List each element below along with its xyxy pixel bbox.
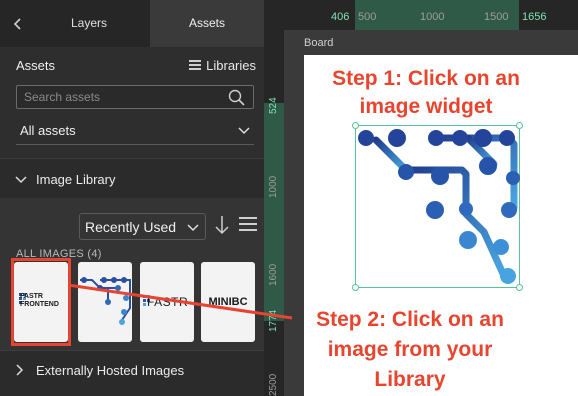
- assets-header: Assets Libraries: [16, 58, 256, 76]
- ruler-tick: 500: [358, 11, 377, 23]
- all-images-count: (4): [87, 248, 102, 260]
- chevron-down-icon: [187, 224, 199, 232]
- panel-tabs: Layers Assets: [0, 0, 264, 47]
- ruler-tick: 1600: [268, 263, 279, 286]
- external-images-title: Externally Hosted Images: [36, 363, 185, 378]
- search-icon[interactable]: [228, 89, 245, 106]
- app-root: Layers Assets Assets Libraries All asset…: [0, 0, 578, 396]
- resize-handle[interactable]: [352, 284, 359, 291]
- ruler-tick: 1000: [420, 11, 445, 23]
- thumbnail-label: FASTR: [147, 295, 189, 309]
- ruler-tick: 1774: [268, 309, 279, 332]
- search-input[interactable]: [24, 88, 224, 106]
- libraries-label: Libraries: [206, 58, 256, 73]
- libraries-icon: [189, 60, 202, 70]
- sort-select[interactable]: Recently Used: [79, 213, 206, 240]
- tab-layers[interactable]: Layers: [30, 0, 148, 47]
- image-library-header[interactable]: Image Library: [0, 158, 264, 200]
- ruler-start-value: 406: [331, 11, 350, 23]
- selected-thumbnail-highlight: [11, 258, 71, 346]
- horizontal-ruler: 406 500 1000 1500 1656: [264, 0, 578, 30]
- ruler-tick: 1000: [268, 175, 279, 198]
- ruler-selection-band: [264, 103, 284, 321]
- ruler-tick: 2500: [268, 373, 279, 396]
- resize-handle[interactable]: [516, 122, 523, 129]
- asset-filter-value: All assets: [20, 123, 76, 138]
- external-images-header[interactable]: Externally Hosted Images: [0, 350, 264, 396]
- back-chevron-icon[interactable]: [8, 14, 28, 34]
- search-field[interactable]: [16, 85, 254, 109]
- resize-handle[interactable]: [352, 122, 359, 129]
- assets-title: Assets: [16, 58, 56, 73]
- board-label[interactable]: Board: [304, 37, 333, 49]
- asset-filter-select[interactable]: All assets: [16, 117, 254, 145]
- image-library-title: Image Library: [36, 172, 116, 187]
- annotation-step-1: Step 1: Click on an image widget: [332, 67, 520, 118]
- image-widget[interactable]: [352, 122, 523, 291]
- list-view-icon[interactable]: [239, 215, 257, 233]
- ruler-end-value: 1656: [522, 11, 547, 23]
- sort-direction-icon[interactable]: [214, 215, 230, 235]
- ruler-tick: 524: [268, 97, 279, 114]
- image-thumbnail-minibc[interactable]: MINIBC: [201, 262, 255, 342]
- ruler-tick: 1500: [484, 11, 509, 23]
- chevron-down-icon: [15, 176, 27, 184]
- annotation-step-2: Step 2: Click on an image from your Libr…: [316, 308, 504, 391]
- chevron-right-icon: [16, 364, 24, 376]
- network-logo-icon: [358, 129, 520, 284]
- vertical-ruler: 524 1000 1600 1774 2500: [264, 30, 284, 396]
- chevron-down-icon: [238, 127, 250, 135]
- image-thumbnail-network[interactable]: [78, 262, 132, 342]
- tab-assets[interactable]: Assets: [150, 0, 264, 47]
- resize-handle[interactable]: [516, 284, 523, 291]
- image-thumbnail-fastr[interactable]: FASTR: [140, 262, 194, 342]
- thumbnail-label: MINIBC: [208, 296, 248, 308]
- network-logo-icon: [80, 277, 131, 325]
- libraries-button[interactable]: Libraries: [189, 58, 256, 73]
- sort-select-value: Recently Used: [85, 219, 177, 235]
